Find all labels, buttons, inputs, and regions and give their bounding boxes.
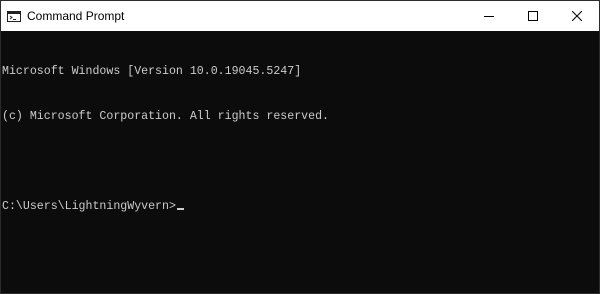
close-button[interactable] xyxy=(555,1,599,31)
text-cursor xyxy=(176,208,184,210)
window-controls xyxy=(467,1,599,31)
maximize-icon xyxy=(528,11,538,21)
console-output[interactable]: Microsoft Windows [Version 10.0.19045.52… xyxy=(1,31,585,293)
maximize-button[interactable] xyxy=(511,1,555,31)
console-line: Microsoft Windows [Version 10.0.19045.52… xyxy=(2,65,302,78)
title-bar[interactable]: Command Prompt xyxy=(1,1,599,31)
command-prompt-window: Command Prompt Microsoft Windows [Versio… xyxy=(0,0,600,294)
window-title: Command Prompt xyxy=(27,9,125,23)
close-icon xyxy=(572,11,582,21)
prompt-text: C:\Users\LightningWyvern> xyxy=(2,200,176,213)
minimize-button[interactable] xyxy=(467,1,511,31)
minimize-icon xyxy=(484,16,494,17)
cmd-icon xyxy=(7,10,21,22)
prompt-line[interactable]: C:\Users\LightningWyvern> xyxy=(2,199,585,214)
scrollbar[interactable] xyxy=(585,31,599,293)
console-line: (c) Microsoft Corporation. All rights re… xyxy=(2,110,329,123)
